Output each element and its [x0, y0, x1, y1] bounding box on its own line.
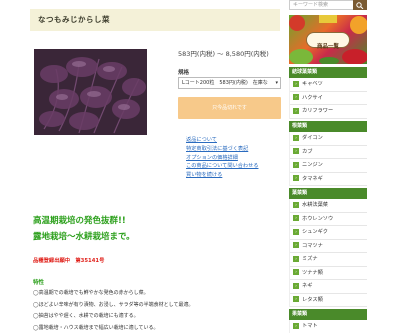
chevron-right-icon: ›	[293, 134, 299, 141]
category-header-fruit: 果菜類	[289, 309, 367, 320]
chevron-right-icon: ›	[293, 282, 299, 289]
description-heading-1: 高温期栽培の発色抜群!!	[33, 216, 126, 226]
category-item[interactable]: › ミズナ	[290, 253, 367, 267]
category-header-leaf: 葉菜類	[289, 188, 367, 199]
category-item[interactable]: › カブ	[290, 146, 367, 159]
link-tokusho[interactable]: 特定商取引法に基づく表記	[186, 145, 258, 154]
chevron-right-icon: ›	[293, 242, 299, 248]
category-item[interactable]: › キャベツ	[290, 78, 367, 92]
chevron-right-icon: ›	[293, 148, 299, 154]
category-list-root: › ダイコン › カブ › ニンジン › タマネギ	[289, 132, 367, 186]
description-heading-2: 露地栽培～水耕栽培まで。	[33, 232, 135, 242]
feature-item: ◯抽苔はやや遅く、水耕での栽培にも適する。	[33, 313, 139, 319]
chevron-right-icon: ›	[293, 94, 299, 100]
price-range: 583円(内税) ～ 8,580円(内税)	[178, 50, 269, 58]
chevron-right-icon: ›	[293, 255, 299, 262]
category-list-fruit: › トマト	[289, 320, 367, 333]
category-item[interactable]: › ニンジン	[290, 159, 367, 173]
category-item[interactable]: › トマト	[290, 320, 367, 333]
feature-item: ◯露地栽培・ハウス栽培まで幅広い栽培に適している。	[33, 324, 159, 331]
chevron-right-icon: ›	[293, 322, 299, 329]
spec-selected-value: Lコート200粒 583円(内税) 在庫な	[182, 80, 268, 86]
product-links: 返品について 特定商取引法に基づく表記 オプションの価格詳細 この商品について問…	[186, 136, 258, 180]
spec-select[interactable]: Lコート200粒 583円(内税) 在庫な ▾	[178, 77, 281, 89]
chevron-right-icon: ›	[293, 107, 299, 114]
chevron-right-icon: ›	[293, 269, 299, 275]
category-label: キャベツ	[302, 81, 323, 87]
features-list: ◯高温期での栽培でも鮮やかな発色の赤からし菜。 ◯ほどよい辛味が有り漬物、お浸し…	[33, 288, 193, 333]
patent-notice: 品種登録出願中 第35141号	[33, 258, 105, 264]
category-item[interactable]: › シュンギク	[290, 226, 367, 240]
category-label: タマネギ	[302, 175, 323, 182]
category-header-root: 根菜類	[289, 121, 367, 132]
link-option-prices[interactable]: オプションの価格詳細	[186, 154, 258, 163]
add-to-cart-button[interactable]: 只今品切れです	[178, 97, 281, 119]
category-item[interactable]: › 水耕法葉菜	[290, 199, 367, 213]
category-label: ハクサイ	[302, 94, 323, 101]
category-label: コマツナ	[302, 242, 323, 249]
feature-item: ◯高温期での栽培でも鮮やかな発色の赤からし菜。	[33, 290, 149, 296]
chevron-right-icon: ›	[293, 175, 299, 181]
search-button[interactable]	[353, 0, 367, 10]
link-continue-shopping[interactable]: 買い物を続ける	[186, 171, 258, 180]
chevron-right-icon: ›	[293, 201, 299, 208]
category-label: ニンジン	[302, 162, 323, 168]
chevron-right-icon: ›	[293, 228, 299, 235]
category-label: カブ	[302, 148, 313, 155]
category-label: ホウレンソウ	[302, 215, 334, 222]
category-label: ミズナ	[302, 256, 318, 262]
link-returns[interactable]: 返品について	[186, 136, 258, 145]
category-label: ツナナ類	[302, 269, 323, 276]
feature-item: ◯ほどよい辛味が有り漬物、お浸し、サラダ等の半端食材として最適。	[33, 301, 194, 308]
page-title: なつもみじからし菜	[38, 15, 110, 24]
product-image	[34, 49, 147, 135]
chevron-right-icon: ›	[293, 296, 299, 302]
category-label: ネギ	[302, 283, 313, 289]
category-label: シュンギク	[302, 229, 328, 235]
category-item[interactable]: › ネギ	[290, 280, 367, 294]
category-list-heading: › キャベツ › ハクサイ › カリフラワー	[289, 78, 367, 119]
search-icon	[356, 1, 364, 9]
category-label: カリフラワー	[302, 108, 334, 114]
category-item[interactable]: › レタス類	[290, 294, 367, 307]
category-header-heading-vegetables: 結球葉菜類	[289, 67, 367, 78]
category-list-leaf: › 水耕法葉菜 › ホウレンソウ › シュンギク › コマツナ › ミズナ › ツナナ類 ›…	[289, 199, 367, 307]
category-item[interactable]: › ホウレンソウ	[290, 213, 367, 226]
chevron-right-icon: ›	[293, 80, 299, 87]
chevron-right-icon: ›	[293, 161, 299, 168]
banner-label: 商品一覧	[316, 44, 339, 50]
category-label: ダイコン	[302, 135, 323, 141]
category-label: 水耕法葉菜	[302, 202, 328, 208]
category-item[interactable]: › カリフラワー	[290, 105, 367, 119]
link-inquiry[interactable]: この商品について問い合わせる	[186, 162, 258, 171]
chevron-right-icon: ›	[293, 215, 299, 221]
category-item[interactable]: › ツナナ類	[290, 267, 367, 280]
product-photo-graphic	[34, 49, 147, 135]
features-heading: 特性	[33, 280, 45, 286]
category-item[interactable]: › ハクサイ	[290, 92, 367, 105]
category-label: トマト	[302, 323, 318, 329]
category-label: レタス類	[302, 296, 323, 303]
spec-label: 規格	[178, 70, 190, 76]
banner-badge: 商品一覧	[306, 32, 350, 50]
product-list-banner[interactable]: 商品一覧	[289, 15, 367, 64]
chevron-down-icon: ▾	[275, 80, 278, 86]
category-item[interactable]: › タマネギ	[290, 173, 367, 186]
category-item[interactable]: › コマツナ	[290, 240, 367, 253]
product-title-bar: なつもみじからし菜	[30, 9, 280, 31]
category-item[interactable]: › ダイコン	[290, 132, 367, 146]
